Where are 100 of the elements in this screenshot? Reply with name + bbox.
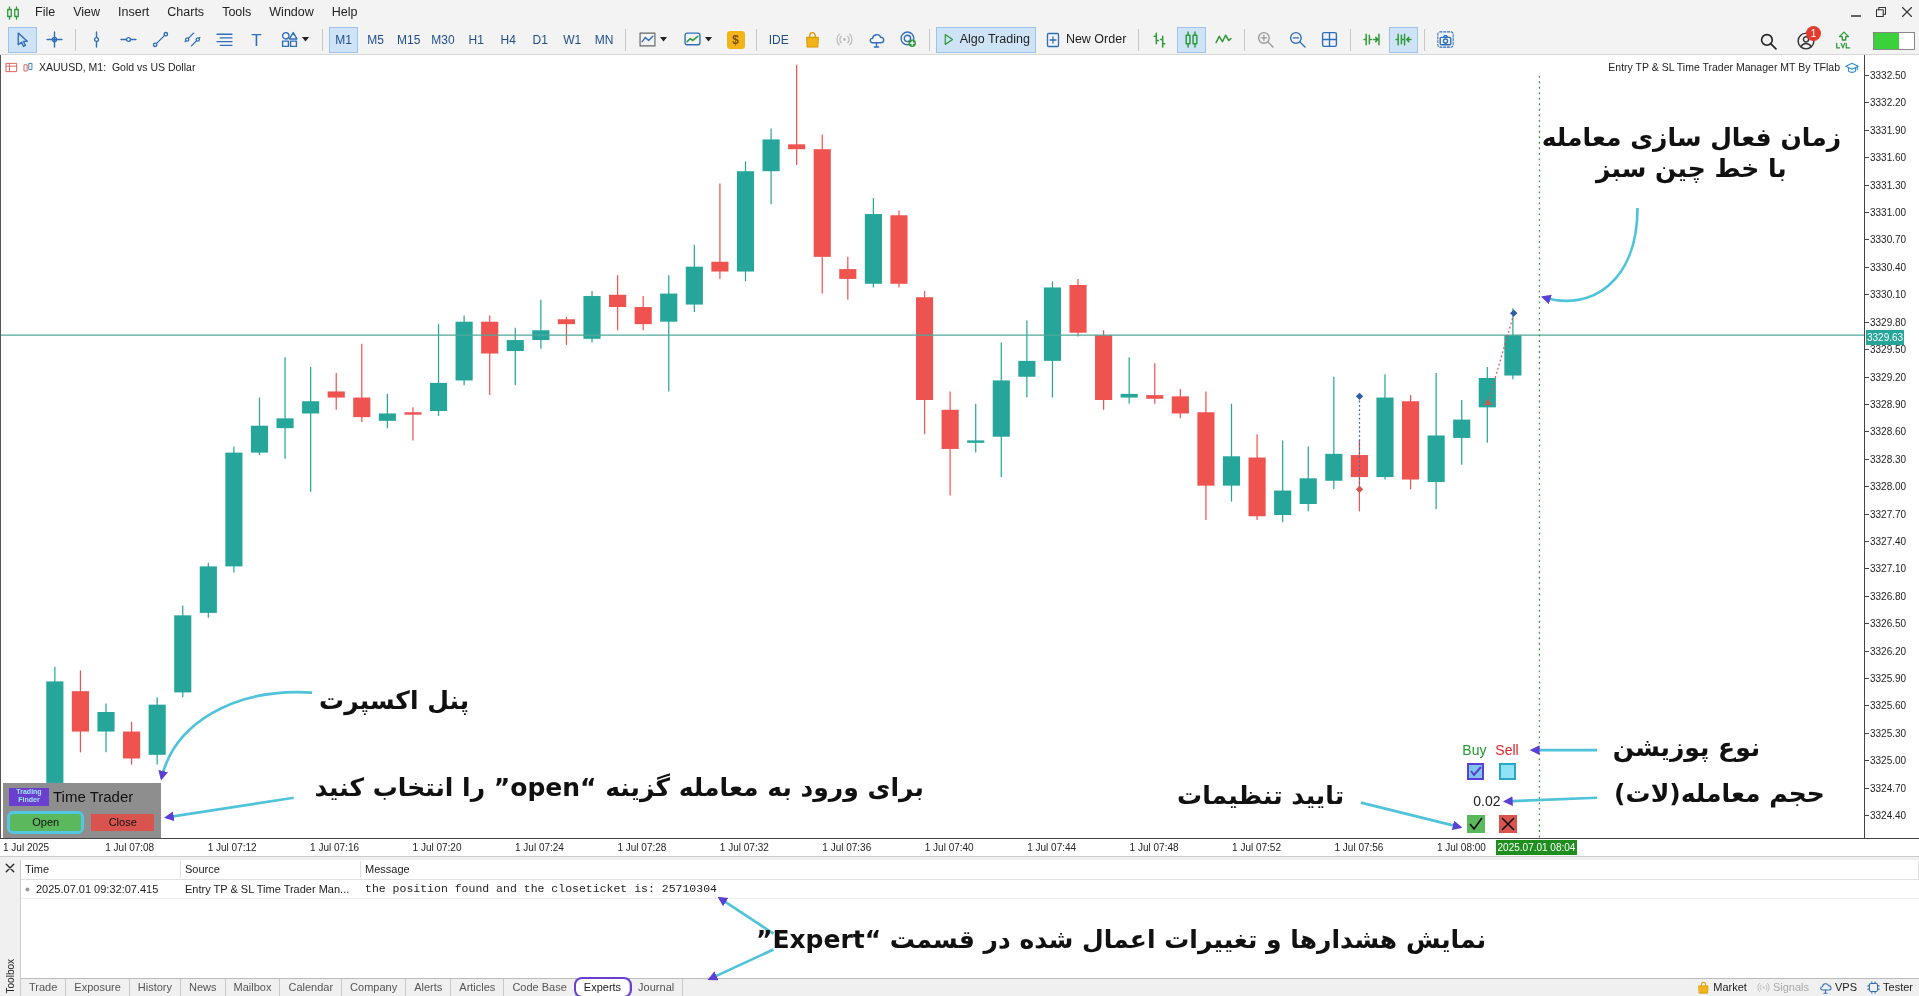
new-order-icon	[1044, 31, 1061, 48]
menu-item[interactable]: View	[64, 1, 110, 24]
timeframe-button[interactable]: M1	[329, 26, 358, 53]
radar-icon	[899, 31, 917, 48]
buy-checkbox[interactable]	[1467, 762, 1485, 780]
time-label: 1 Jul 07:20	[412, 841, 462, 855]
indicator-chart-icon	[638, 31, 656, 48]
price-label: 3327.10	[1865, 561, 1907, 577]
toolbox-tab[interactable]: Articles	[451, 979, 505, 996]
vps-button[interactable]: VPS	[1819, 979, 1858, 996]
annotation-text: نمایش هشدارها و تغییرات اعمال شده در قسمت “Expert”	[755, 924, 1487, 955]
column-header[interactable]: Source	[181, 861, 361, 878]
time-label: 1 Jul 07:40	[924, 841, 974, 855]
cloud-icon	[1819, 981, 1832, 994]
price-label: 3325.30	[1865, 725, 1907, 741]
confirm-button[interactable]	[1467, 815, 1486, 834]
dropdown-caret-icon	[302, 37, 309, 42]
candlestick	[1171, 388, 1189, 419]
cursor-button[interactable]	[8, 26, 37, 53]
candlestick	[634, 295, 652, 331]
timeframe-button[interactable]: H4	[493, 26, 523, 53]
trend-line-icon	[152, 31, 169, 48]
chart-title: XAUUSD, M1: Gold vs US Dollar	[39, 60, 196, 75]
chart-shift-button[interactable]	[1389, 26, 1419, 53]
app-logo-icon	[6, 5, 20, 20]
open-button[interactable]: Open	[10, 814, 82, 831]
restore-icon	[1875, 6, 1887, 18]
dollar-button[interactable]: $	[726, 30, 745, 49]
time-label: 1 Jul 07:24	[515, 841, 564, 855]
new-order-button[interactable]: New Order	[1038, 26, 1133, 53]
candlestick	[250, 396, 269, 456]
price-label: 3331.90	[1865, 122, 1907, 138]
timeframe-button[interactable]: W1	[557, 26, 587, 53]
timeframe-button[interactable]: H1	[461, 26, 491, 53]
timeframe-button[interactable]: MN	[589, 26, 619, 53]
graduation-cap-icon	[1844, 60, 1860, 75]
timeframe-button[interactable]: M5	[361, 26, 390, 53]
table-cell-text: Entry TP & SL Time Trader Man...	[184, 881, 351, 897]
toolbox-label: Toolbox	[3, 958, 17, 993]
price-label: 3324.70	[1865, 780, 1907, 796]
timeframe-button[interactable]: D1	[525, 26, 555, 53]
candlestick	[97, 702, 115, 753]
menu-item[interactable]: Insert	[109, 1, 159, 24]
time-label: 1 Jul 07:36	[822, 841, 872, 855]
menu-item[interactable]: Window	[260, 1, 323, 24]
connection-strength-bar	[1873, 32, 1915, 50]
expert-name: Entry TP & SL Time Trader Manager MT By TFlab	[1608, 60, 1840, 75]
annotation-text: تایید تنظیمات	[1177, 779, 1345, 811]
time-label: 1 Jul 07:32	[719, 841, 769, 855]
menu-item[interactable]: Tools	[213, 1, 261, 24]
market-button[interactable]: Market	[1697, 979, 1747, 996]
timeframe-button[interactable]: M15	[393, 26, 425, 53]
sell-checkbox[interactable]	[1499, 762, 1516, 780]
candlestick	[378, 393, 396, 429]
toolbox-tab[interactable]: Calendar	[280, 979, 343, 996]
toolbox-tab[interactable]: Mailbox	[225, 979, 281, 996]
candlestick	[1453, 399, 1471, 466]
fibonacci-lines-icon	[216, 31, 233, 48]
algo-trading-button[interactable]: Algo Trading	[935, 26, 1036, 53]
cancel-button[interactable]	[1499, 815, 1517, 834]
time-label: 1 Jul 07:08	[105, 841, 155, 855]
zoom-out-icon	[1289, 31, 1307, 48]
price-label: 3327.40	[1865, 533, 1907, 549]
toolbox-tab[interactable]: Trade	[21, 979, 67, 996]
column-header[interactable]: Time	[21, 861, 181, 878]
menu-item[interactable]: Help	[322, 1, 367, 24]
candlestick	[455, 314, 473, 386]
toolbox-tab[interactable]: News	[181, 979, 226, 996]
menu-item[interactable]: File	[26, 1, 65, 24]
candlestick-icon	[22, 62, 35, 74]
text-tool-button[interactable]: T	[242, 26, 271, 53]
sell-label: Sell	[1495, 741, 1519, 761]
toolbox-tab[interactable]: Journal	[630, 979, 684, 996]
candlestick	[199, 562, 217, 619]
time-label: 1 Jul 2025	[3, 841, 50, 855]
candlestick	[327, 372, 345, 411]
lot-size-value: 0.02	[1473, 791, 1501, 811]
candlestick-icon	[1183, 31, 1201, 48]
toolbox-tab[interactable]: Company	[342, 979, 407, 996]
shapes-icon	[281, 31, 298, 48]
candlestick	[557, 316, 575, 346]
toolbox-tab[interactable]: Experts	[575, 979, 631, 996]
close-button[interactable]: Close	[91, 814, 154, 831]
toolbox-tab[interactable]: History	[129, 979, 182, 996]
candlestick	[1146, 362, 1164, 405]
candlestick-button[interactable]	[1177, 26, 1207, 53]
ide-button[interactable]: IDE	[762, 26, 795, 53]
channel-icon	[184, 31, 201, 48]
menu-item[interactable]: Charts	[158, 1, 214, 24]
timeframe-button[interactable]: M30	[427, 26, 459, 53]
candlestick	[148, 696, 166, 766]
crosshair-icon	[46, 31, 63, 48]
candlestick	[1120, 356, 1138, 405]
column-header[interactable]: Message	[361, 861, 1919, 878]
price-label: 3325.60	[1865, 698, 1907, 714]
tester-button[interactable]: Tester	[1867, 979, 1913, 996]
toolbox-tab[interactable]: Exposure	[66, 979, 130, 996]
toolbox-tab[interactable]: Alerts	[406, 979, 452, 996]
current-time-label: 2025.07.01 08:04	[1495, 840, 1578, 855]
zoom-in-icon	[1257, 31, 1275, 48]
